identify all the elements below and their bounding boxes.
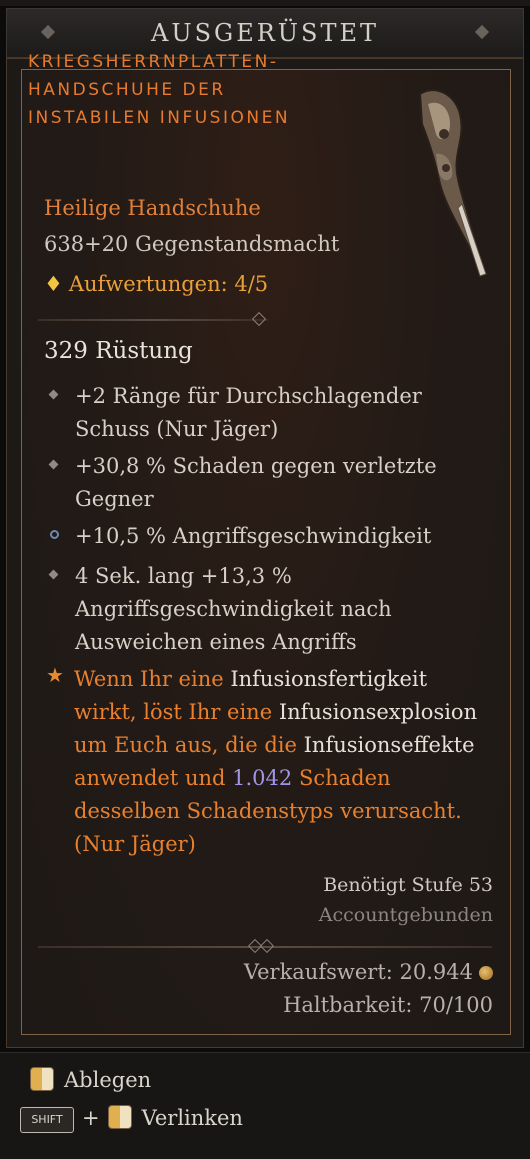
mouse-icon <box>30 1067 54 1091</box>
sell-value: Verkaufswert: 20.944 <box>244 960 493 984</box>
required-level: Benötigt Stufe 53 <box>323 874 493 896</box>
aspect-text: Wenn Ihr eine Infusionsfertigkeit wirkt,… <box>74 667 478 856</box>
item-power: 638+20 Gegenstandsmacht <box>44 232 340 256</box>
affix-bullet-icon <box>48 389 59 400</box>
affix-bullet-icon <box>48 459 59 470</box>
action-footer: Ablegen SHIFT + Verlinken <box>0 1052 530 1159</box>
gem-icon: ♦ <box>44 272 63 296</box>
link-label: Verlinken <box>141 1106 243 1130</box>
affix-1: +2 Ränge für Durchschlagender Schuss (Nu… <box>44 380 494 446</box>
item-type: Heilige Handschuhe <box>44 196 261 220</box>
affix-text: +2 Ränge für Durchschlagender Schuss (Nu… <box>75 384 422 441</box>
durability: Haltbarkeit: 70/100 <box>283 993 493 1017</box>
drop-action[interactable]: Ablegen <box>30 1067 151 1092</box>
legendary-aspect: ★ Wenn Ihr eine Infusionsfertigkeit wirk… <box>44 663 494 861</box>
upgrades-label: Aufwertungen: 4/5 <box>68 272 269 296</box>
link-action[interactable]: SHIFT + Verlinken <box>20 1105 243 1133</box>
affix-text: +10,5 % Angriffsgeschwindigkeit <box>75 524 432 548</box>
coin-icon <box>479 966 493 980</box>
divider <box>38 311 268 327</box>
affix-3: +10,5 % Angriffsgeschwindigkeit <box>44 520 494 553</box>
affix-text: +30,8 % Schaden gegen verletzte Gegner <box>75 454 437 511</box>
header-title: AUSGERÜSTET <box>151 19 379 47</box>
item-upgrades: ♦ Aufwertungen: 4/5 <box>44 272 268 296</box>
affix-2: +30,8 % Schaden gegen verletzte Gegner <box>44 450 494 516</box>
drop-label: Ablegen <box>64 1068 152 1092</box>
item-name: KRIEGSHERRNPLATTEN-HANDSCHUHE DER INSTAB… <box>28 52 291 128</box>
affix-text: 4 Sek. lang +13,3 % Angriffsgeschwindigk… <box>75 564 392 654</box>
weapon-artwork <box>418 89 487 277</box>
affix-masterwork-bullet-icon <box>50 530 59 539</box>
legendary-star-icon: ★ <box>46 663 64 687</box>
armor-value: 329 Rüstung <box>44 338 193 364</box>
top-strip <box>0 0 530 6</box>
plus-sign: + <box>82 1106 100 1130</box>
shift-key-icon: SHIFT <box>20 1107 74 1133</box>
affix-bullet-icon <box>48 569 59 580</box>
divider <box>38 938 492 954</box>
mouse-icon <box>107 1105 132 1129</box>
account-bound: Accountgebunden <box>318 904 493 926</box>
affix-4: 4 Sek. lang +13,3 % Angriffsgeschwindigk… <box>44 560 494 659</box>
